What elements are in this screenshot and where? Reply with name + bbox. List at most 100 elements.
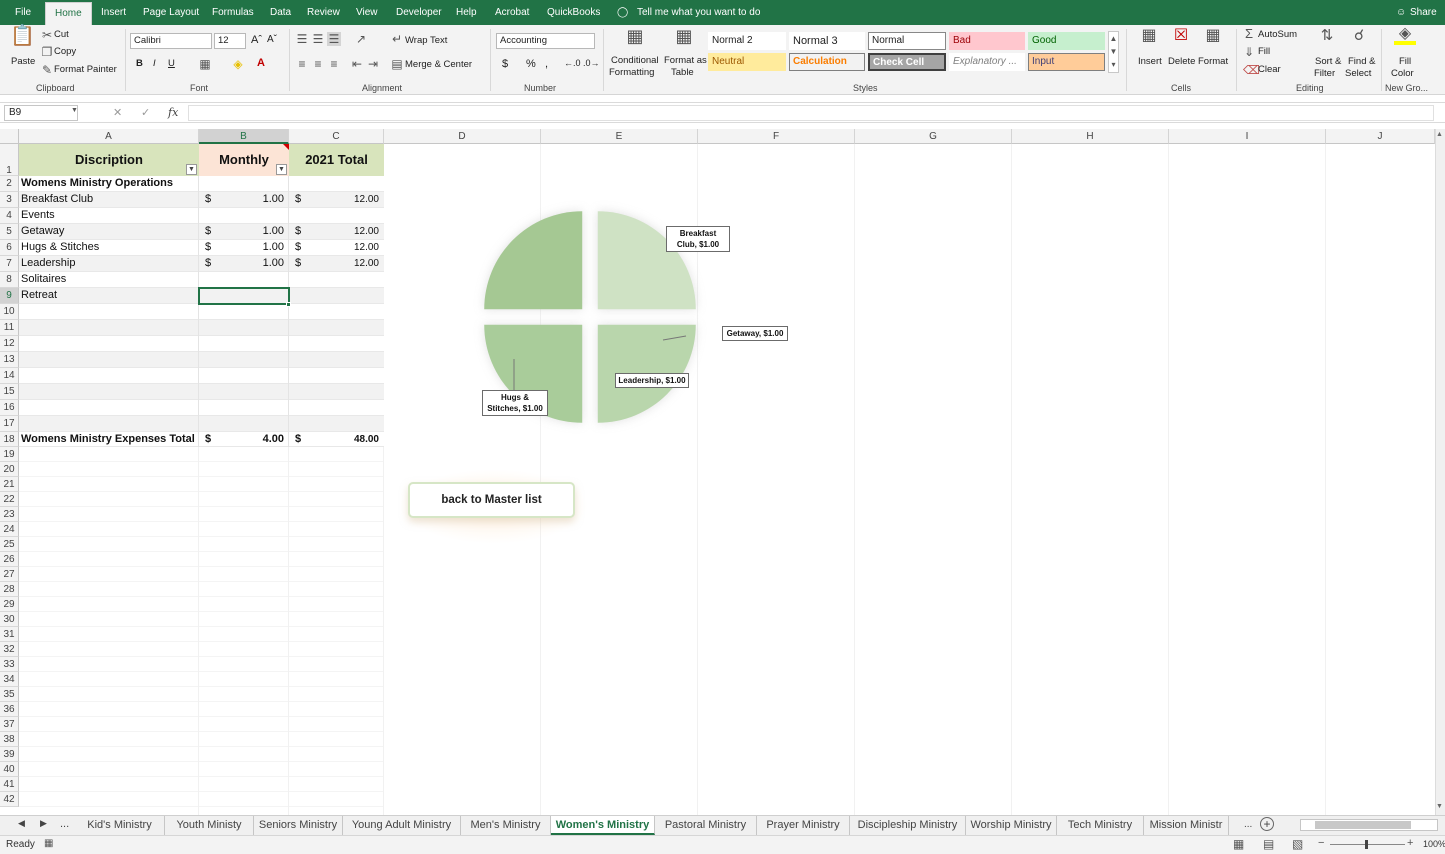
- menu-home[interactable]: Home: [45, 2, 92, 25]
- align-right-icon[interactable]: ≡: [327, 57, 341, 71]
- style-normal2[interactable]: Normal 2: [708, 32, 786, 50]
- column-header[interactable]: J: [1326, 129, 1435, 144]
- sheet-tab[interactable]: Worship Ministry: [966, 816, 1057, 835]
- number-format-select[interactable]: Accounting: [496, 33, 595, 49]
- style-normal[interactable]: Normal: [868, 32, 946, 50]
- borders-icon[interactable]: ▦: [198, 57, 212, 71]
- row-header[interactable]: 29: [0, 597, 19, 612]
- row-header[interactable]: 24: [0, 522, 19, 537]
- row-header[interactable]: 10: [0, 304, 19, 320]
- row-header[interactable]: 5: [0, 224, 19, 240]
- clear-button[interactable]: Clear: [1258, 64, 1281, 75]
- new-sheet-icon[interactable]: +: [1260, 817, 1274, 831]
- sheet-tab[interactable]: Prayer Ministry: [757, 816, 850, 835]
- style-neutral[interactable]: Neutral: [708, 53, 786, 71]
- more-tabs-icon[interactable]: ...: [60, 818, 69, 830]
- sheet-tab[interactable]: Discipleship Ministry: [850, 816, 966, 835]
- row-header[interactable]: 21: [0, 477, 19, 492]
- insert-function-icon[interactable]: fx: [168, 106, 178, 119]
- comma-button[interactable]: ,: [545, 58, 548, 70]
- find-select-line2[interactable]: Select: [1345, 68, 1371, 79]
- select-all-corner[interactable]: [0, 129, 19, 144]
- cell-description[interactable]: Solitaires: [21, 272, 197, 288]
- cell-monthly[interactable]: 1.00: [215, 224, 284, 240]
- row-header[interactable]: 2: [0, 176, 19, 192]
- tabs-more-icon[interactable]: ...: [1244, 819, 1252, 830]
- align-left-icon[interactable]: ≡: [295, 57, 309, 71]
- header-2021-total[interactable]: 2021 Total: [289, 144, 384, 176]
- fill-button[interactable]: Fill: [1258, 46, 1270, 57]
- tab-scroll-right-icon[interactable]: ▶: [40, 818, 47, 829]
- sort-filter-line2[interactable]: Filter: [1314, 68, 1335, 79]
- active-cell-selection[interactable]: [198, 287, 290, 305]
- paste-button[interactable]: Paste: [11, 56, 35, 67]
- cell-monthly[interactable]: [215, 208, 284, 224]
- styles-scroll[interactable]: ▲ ▼ ▾: [1108, 31, 1119, 73]
- cell-total[interactable]: [305, 208, 379, 224]
- font-name-select[interactable]: Calibri: [130, 33, 212, 49]
- menu-data[interactable]: Data: [270, 0, 291, 25]
- column-header[interactable]: G: [855, 129, 1012, 144]
- name-box[interactable]: B9: [4, 105, 78, 121]
- sort-filter-line1[interactable]: Sort &: [1315, 56, 1341, 67]
- increase-indent-icon[interactable]: ⇥: [366, 57, 380, 71]
- grow-font-icon[interactable]: Aˆ: [251, 34, 262, 46]
- orientation-icon[interactable]: ↗: [352, 32, 370, 46]
- align-top-icon[interactable]: ☰: [295, 32, 309, 46]
- cell-total[interactable]: 12.00: [305, 256, 379, 272]
- enter-icon[interactable]: ✓: [141, 106, 150, 119]
- row-header[interactable]: 35: [0, 687, 19, 702]
- fill-color-line1[interactable]: Fill: [1399, 56, 1411, 67]
- scroll-up-icon[interactable]: ▲: [1436, 131, 1443, 138]
- row-header[interactable]: 28: [0, 582, 19, 597]
- row-header[interactable]: 30: [0, 612, 19, 627]
- increase-decimal-icon[interactable]: ←.0: [564, 58, 581, 68]
- zoom-slider-thumb[interactable]: [1365, 840, 1368, 849]
- row-header[interactable]: 25: [0, 537, 19, 552]
- cell-total[interactable]: 48.00: [305, 432, 379, 447]
- paste-icon[interactable]: 📋: [10, 26, 35, 51]
- horizontal-scroll-thumb[interactable]: [1315, 821, 1411, 829]
- zoom-in-icon[interactable]: +: [1407, 837, 1413, 849]
- data-label[interactable]: Hugs & Stitches, $1.00: [482, 390, 548, 416]
- menu-quickbooks[interactable]: QuickBooks: [547, 0, 600, 25]
- row-header[interactable]: 1: [0, 144, 19, 176]
- row-header[interactable]: 12: [0, 336, 19, 352]
- vertical-scrollbar[interactable]: [1435, 129, 1445, 815]
- sheet-tab[interactable]: Pastoral Ministry: [655, 816, 757, 835]
- row-header[interactable]: 20: [0, 462, 19, 477]
- row-header[interactable]: 13: [0, 352, 19, 368]
- macro-record-icon[interactable]: ▦: [44, 838, 53, 849]
- menu-insert[interactable]: Insert: [101, 0, 126, 25]
- cell-total[interactable]: [305, 288, 379, 304]
- pie-slice-hugs-stitches[interactable]: [484, 211, 583, 310]
- menu-developer[interactable]: Developer: [396, 0, 442, 25]
- cancel-icon[interactable]: ✕: [113, 106, 122, 119]
- underline-button[interactable]: U: [168, 58, 175, 69]
- conditional-formatting-line2[interactable]: Formatting: [609, 67, 654, 78]
- sheet-tab[interactable]: Seniors Ministry: [254, 816, 343, 835]
- autosum-button[interactable]: AutoSum: [1258, 29, 1297, 40]
- cut-button[interactable]: Cut: [54, 29, 69, 40]
- menu-review[interactable]: Review: [307, 0, 340, 25]
- menu-page-layout[interactable]: Page Layout: [143, 0, 199, 25]
- tab-scroll-left-icon[interactable]: ◀: [18, 818, 25, 829]
- style-input[interactable]: Input: [1028, 53, 1105, 71]
- row-header[interactable]: 27: [0, 567, 19, 582]
- row-header[interactable]: 32: [0, 642, 19, 657]
- row-header[interactable]: 4: [0, 208, 19, 224]
- bold-button[interactable]: B: [136, 58, 143, 69]
- sheet-tab[interactable]: Kid's Ministry: [75, 816, 165, 835]
- row-header[interactable]: 8: [0, 272, 19, 288]
- cell-description[interactable]: Hugs & Stitches: [21, 240, 197, 256]
- cell-description[interactable]: Breakfast Club: [21, 192, 197, 208]
- align-middle-icon[interactable]: ☰: [311, 32, 325, 46]
- merge-center-button[interactable]: Merge & Center: [405, 59, 472, 70]
- cell-description[interactable]: Womens Ministry Expenses Total: [21, 432, 197, 447]
- cell-total[interactable]: 12.00: [305, 240, 379, 256]
- sheet-tab[interactable]: Mission Ministr: [1144, 816, 1229, 835]
- copy-button[interactable]: Copy: [54, 46, 76, 57]
- format-cells-button[interactable]: Format: [1198, 56, 1228, 67]
- row-header[interactable]: 18: [0, 432, 19, 447]
- worksheet-grid[interactable]: ABCDEFGHIJ 1 2 3 4 5 6 7 8 9 10 11 12 13 14 15 16 17 18 19…: [0, 129, 1445, 815]
